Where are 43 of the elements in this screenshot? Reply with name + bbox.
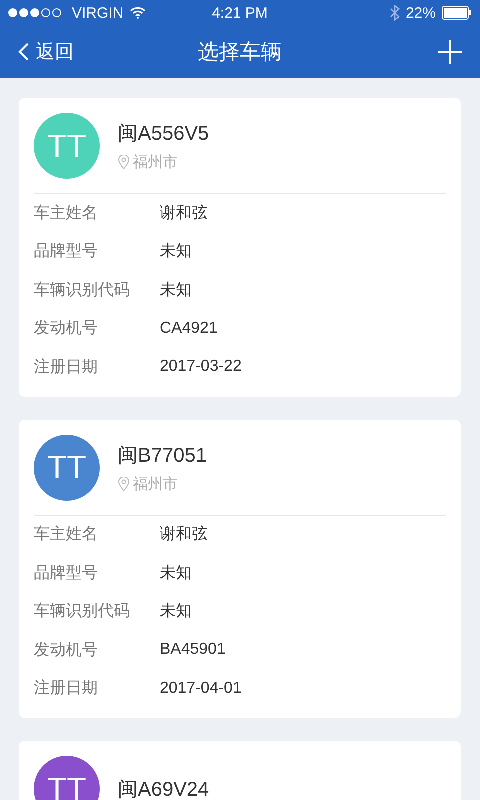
- field-label: 注册日期: [34, 358, 99, 378]
- bluetooth-icon: [390, 5, 400, 21]
- field-label: 发动机号: [34, 640, 99, 661]
- location-pin-icon: [118, 155, 130, 170]
- location-pin-icon: [118, 476, 130, 492]
- field-value: 2017-04-01: [160, 680, 242, 698]
- city-label: 福州市: [133, 153, 178, 172]
- field-label: 品牌型号: [34, 564, 99, 584]
- battery-percent: 22%: [406, 4, 436, 22]
- plate-number: 闽A69V24: [118, 778, 210, 800]
- vehicle-card[interactable]: TT 闽B77051 福州市 车主姓名 谢和弦 品牌型号 未知 车辆识别代码 未知 发动机号 BA45901 注册日期 2017-04-01: [19, 420, 461, 718]
- field-value: BA45901: [160, 641, 226, 660]
- field-value: 未知: [160, 602, 192, 622]
- battery-icon: [442, 6, 472, 20]
- avatar: TT: [34, 434, 100, 500]
- field-value: 未知: [160, 564, 192, 584]
- vehicle-card[interactable]: TT 闽A556V5 福州市 车主姓名 谢和弦 品牌型号 未知 车辆识别代码 未知 发动机号 CA4921 注册日期 2017-03-22: [19, 98, 461, 396]
- field-value: 未知: [160, 280, 192, 301]
- avatar: TT: [34, 113, 100, 179]
- clock: 4:21 PM: [212, 4, 268, 22]
- field-label: 车辆识别代码: [34, 280, 131, 301]
- back-button[interactable]: 返回: [18, 39, 108, 65]
- avatar: TT: [34, 756, 100, 800]
- plate-number: 闽A556V5: [118, 122, 210, 147]
- city-label: 福州市: [133, 474, 178, 494]
- field-label: 发动机号: [34, 319, 99, 340]
- field-value: 未知: [160, 242, 192, 262]
- page-title: 选择车辆: [198, 40, 282, 66]
- field-value: 谢和弦: [160, 524, 208, 546]
- field-label: 车辆识别代码: [34, 602, 131, 622]
- field-value: 2017-03-22: [160, 358, 242, 376]
- back-chevron-icon: [18, 42, 30, 62]
- field-value: CA4921: [160, 320, 218, 338]
- field-value: 谢和弦: [160, 204, 208, 224]
- plate-number: 闽B77051: [118, 444, 207, 468]
- field-label: 车主姓名: [34, 204, 99, 224]
- vehicle-card[interactable]: TT 闽A69V24: [19, 741, 461, 800]
- wifi-icon: [130, 7, 146, 19]
- plus-icon: [438, 40, 462, 64]
- field-label: 品牌型号: [34, 242, 99, 262]
- field-label: 注册日期: [34, 678, 99, 700]
- field-label: 车主姓名: [34, 524, 99, 546]
- carrier-name: VIRGIN: [72, 4, 124, 22]
